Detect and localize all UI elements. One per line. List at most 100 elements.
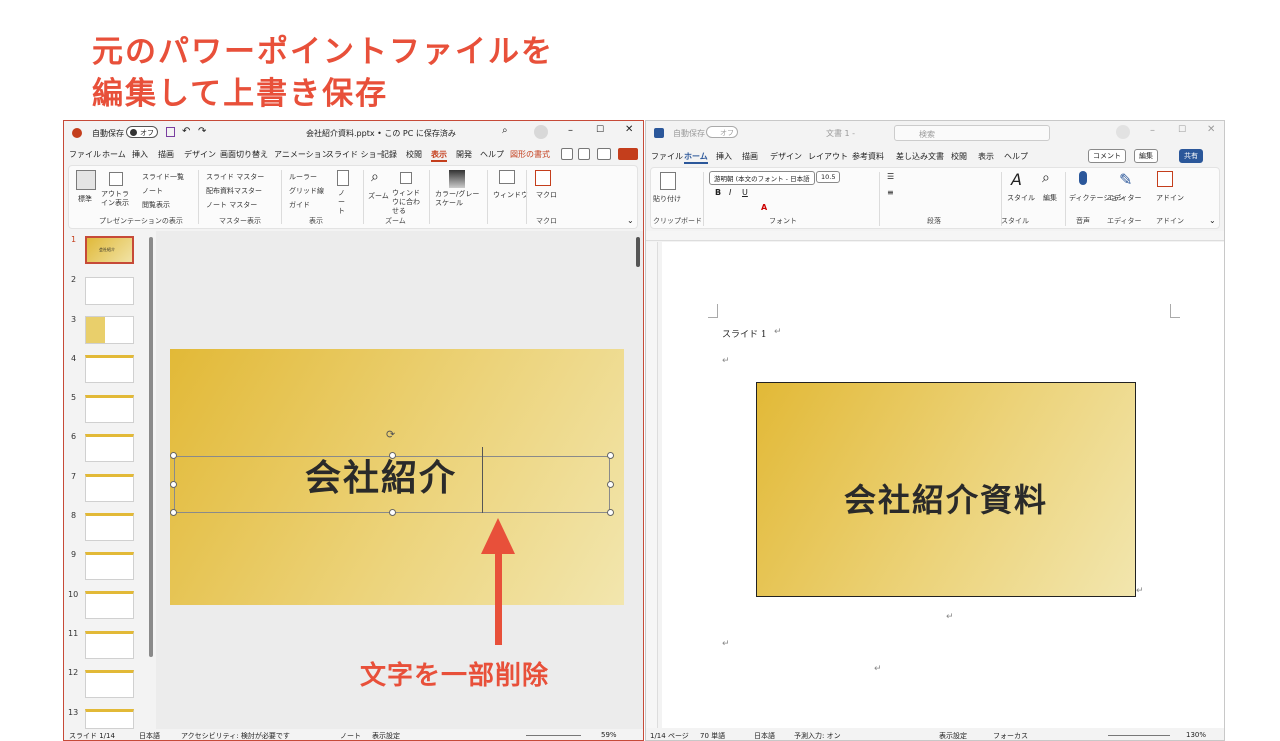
- styles-label[interactable]: スタイル: [1007, 193, 1035, 203]
- fit-window-icon[interactable]: [400, 172, 412, 184]
- slide-thumbnail[interactable]: [85, 434, 134, 462]
- slide-thumbnail[interactable]: [85, 552, 134, 580]
- macro-icon[interactable]: [535, 170, 551, 186]
- status-display-settings[interactable]: 表示設定: [372, 731, 400, 740]
- word-menu-home[interactable]: ホーム: [684, 151, 708, 164]
- ppt-menu-shape-format[interactable]: 図形の書式: [510, 149, 550, 160]
- slide-thumbnail[interactable]: [85, 670, 134, 698]
- word-menu-references[interactable]: 参考資料: [852, 151, 884, 162]
- inserted-slide-image[interactable]: 会社紹介資料: [756, 382, 1136, 597]
- resize-handle[interactable]: [170, 481, 177, 488]
- notes-pane-icon[interactable]: [337, 170, 349, 186]
- status-predict[interactable]: 予測入力: オン: [794, 731, 841, 740]
- status-notes[interactable]: ノート: [340, 731, 361, 740]
- ppt-menu-slideshow[interactable]: スライド ショー: [326, 149, 385, 160]
- reading-view-button[interactable]: 閲覧表示: [142, 200, 170, 210]
- gridlines-checkbox[interactable]: グリッド線: [289, 186, 324, 196]
- word-menu-view[interactable]: 表示: [978, 151, 994, 162]
- zoom-icon[interactable]: ⌕: [371, 169, 379, 185]
- save-icon[interactable]: [166, 127, 175, 137]
- title-textbox[interactable]: [174, 456, 610, 513]
- font-color-icon[interactable]: A: [761, 203, 767, 212]
- redo-icon[interactable]: ↷: [198, 126, 206, 137]
- window-icon[interactable]: [499, 170, 515, 184]
- slide-thumbnail[interactable]: [85, 709, 134, 729]
- thumb-scrollbar[interactable]: [149, 237, 153, 657]
- close-icon[interactable]: ✕: [1207, 124, 1215, 135]
- ppt-menu-design[interactable]: デザイン: [184, 149, 216, 160]
- ppt-menu-home[interactable]: ホーム: [102, 149, 126, 160]
- ppt-menu-file[interactable]: ファイル: [69, 149, 101, 160]
- word-menu-review[interactable]: 校閲: [951, 151, 967, 162]
- word-edit-button[interactable]: 編集: [1134, 149, 1158, 163]
- slide-thumbnail[interactable]: [85, 513, 134, 541]
- minimize-icon[interactable]: –: [568, 125, 573, 136]
- zoom-slider[interactable]: [526, 735, 581, 736]
- bold-icon[interactable]: B: [715, 188, 721, 197]
- word-menu-design[interactable]: デザイン: [770, 151, 802, 162]
- ppt-menu-insert[interactable]: 挿入: [132, 149, 148, 160]
- guides-checkbox[interactable]: ガイド: [289, 200, 310, 210]
- ppt-menu-transitions[interactable]: 画面切り替え: [220, 149, 268, 160]
- word-menu-file[interactable]: ファイル: [651, 151, 683, 162]
- horizontal-ruler[interactable]: [646, 231, 1224, 241]
- status-focus[interactable]: フォーカス: [993, 731, 1028, 740]
- color-grayscale-label[interactable]: カラー/グレースケール: [435, 190, 483, 208]
- slide-thumbnail[interactable]: [85, 591, 134, 619]
- ppt-menu-view[interactable]: 表示: [431, 149, 447, 162]
- word-share-button[interactable]: 共有: [1179, 149, 1203, 163]
- avatar[interactable]: [534, 125, 548, 139]
- font-size-select[interactable]: 10.5: [816, 171, 841, 183]
- share-icon[interactable]: [618, 148, 638, 160]
- bullets-icon[interactable]: ☰: [887, 172, 894, 181]
- ppt-filename[interactable]: 会社紹介資料.pptx • この PC に保存済み: [306, 128, 456, 139]
- slide-thumbnail[interactable]: 会社紹介: [85, 236, 134, 264]
- maximize-icon[interactable]: ☐: [596, 125, 604, 135]
- word-menu-draw[interactable]: 描画: [742, 151, 758, 162]
- close-icon[interactable]: ✕: [625, 124, 633, 135]
- ppt-menu-help[interactable]: ヘルプ: [480, 149, 504, 160]
- slide-thumbnail[interactable]: [85, 316, 134, 344]
- slide-thumbnail[interactable]: [85, 277, 134, 305]
- zoom-label[interactable]: ズーム: [368, 191, 389, 201]
- word-menu-layout[interactable]: レイアウト: [808, 151, 848, 162]
- ppt-autosave-toggle[interactable]: オフ: [126, 126, 158, 138]
- editing-icon[interactable]: ⌕: [1042, 170, 1050, 186]
- handout-master-button[interactable]: 配布資料マスター: [206, 186, 262, 196]
- notes-pane-label[interactable]: ノート: [338, 189, 348, 216]
- resize-handle[interactable]: [607, 452, 614, 459]
- maximize-icon[interactable]: ☐: [1178, 125, 1186, 135]
- word-avatar[interactable]: [1116, 125, 1130, 139]
- editor-icon[interactable]: ✎: [1119, 170, 1132, 189]
- resize-handle[interactable]: [170, 509, 177, 516]
- editor-scrollbar[interactable]: [636, 237, 640, 267]
- align-icon[interactable]: ≡: [887, 188, 894, 197]
- italic-icon[interactable]: I: [729, 188, 731, 197]
- addins-label[interactable]: アドイン: [1156, 193, 1184, 203]
- microphone-icon[interactable]: [1079, 171, 1087, 185]
- resize-handle[interactable]: [607, 481, 614, 488]
- ruler-checkbox[interactable]: ルーラー: [289, 172, 317, 182]
- slide-list-button[interactable]: スライド一覧: [142, 172, 184, 182]
- paste-icon[interactable]: [660, 172, 676, 190]
- ppt-menu-animations[interactable]: アニメーション: [274, 149, 330, 160]
- present-icon[interactable]: [578, 148, 590, 160]
- slide-thumbnail[interactable]: [85, 355, 134, 383]
- word-comment-button[interactable]: コメント: [1088, 149, 1126, 163]
- status-zoom[interactable]: 59%: [601, 731, 617, 739]
- word-autosave-toggle[interactable]: オフ: [706, 126, 738, 138]
- word-menu-mailings[interactable]: 差し込み文書: [896, 151, 944, 162]
- paste-label[interactable]: 貼り付け: [653, 194, 681, 204]
- outline-view-label[interactable]: アウトライン表示: [101, 190, 131, 208]
- doc-heading[interactable]: スライド 1: [722, 327, 767, 340]
- styles-icon[interactable]: A: [1011, 170, 1022, 189]
- resize-handle[interactable]: [170, 452, 177, 459]
- word-menu-insert[interactable]: 挿入: [716, 151, 732, 162]
- ppt-menu-review[interactable]: 校閲: [406, 149, 422, 160]
- collapse-ribbon-icon[interactable]: ⌄: [627, 216, 634, 225]
- minimize-icon[interactable]: –: [1150, 125, 1155, 136]
- search-icon[interactable]: ⌕: [502, 125, 508, 136]
- slide-thumbnail[interactable]: [85, 631, 134, 659]
- word-doc-title[interactable]: 文書 1 -: [826, 128, 855, 139]
- status-accessibility[interactable]: アクセシビリティ: 検討が必要です: [181, 731, 290, 740]
